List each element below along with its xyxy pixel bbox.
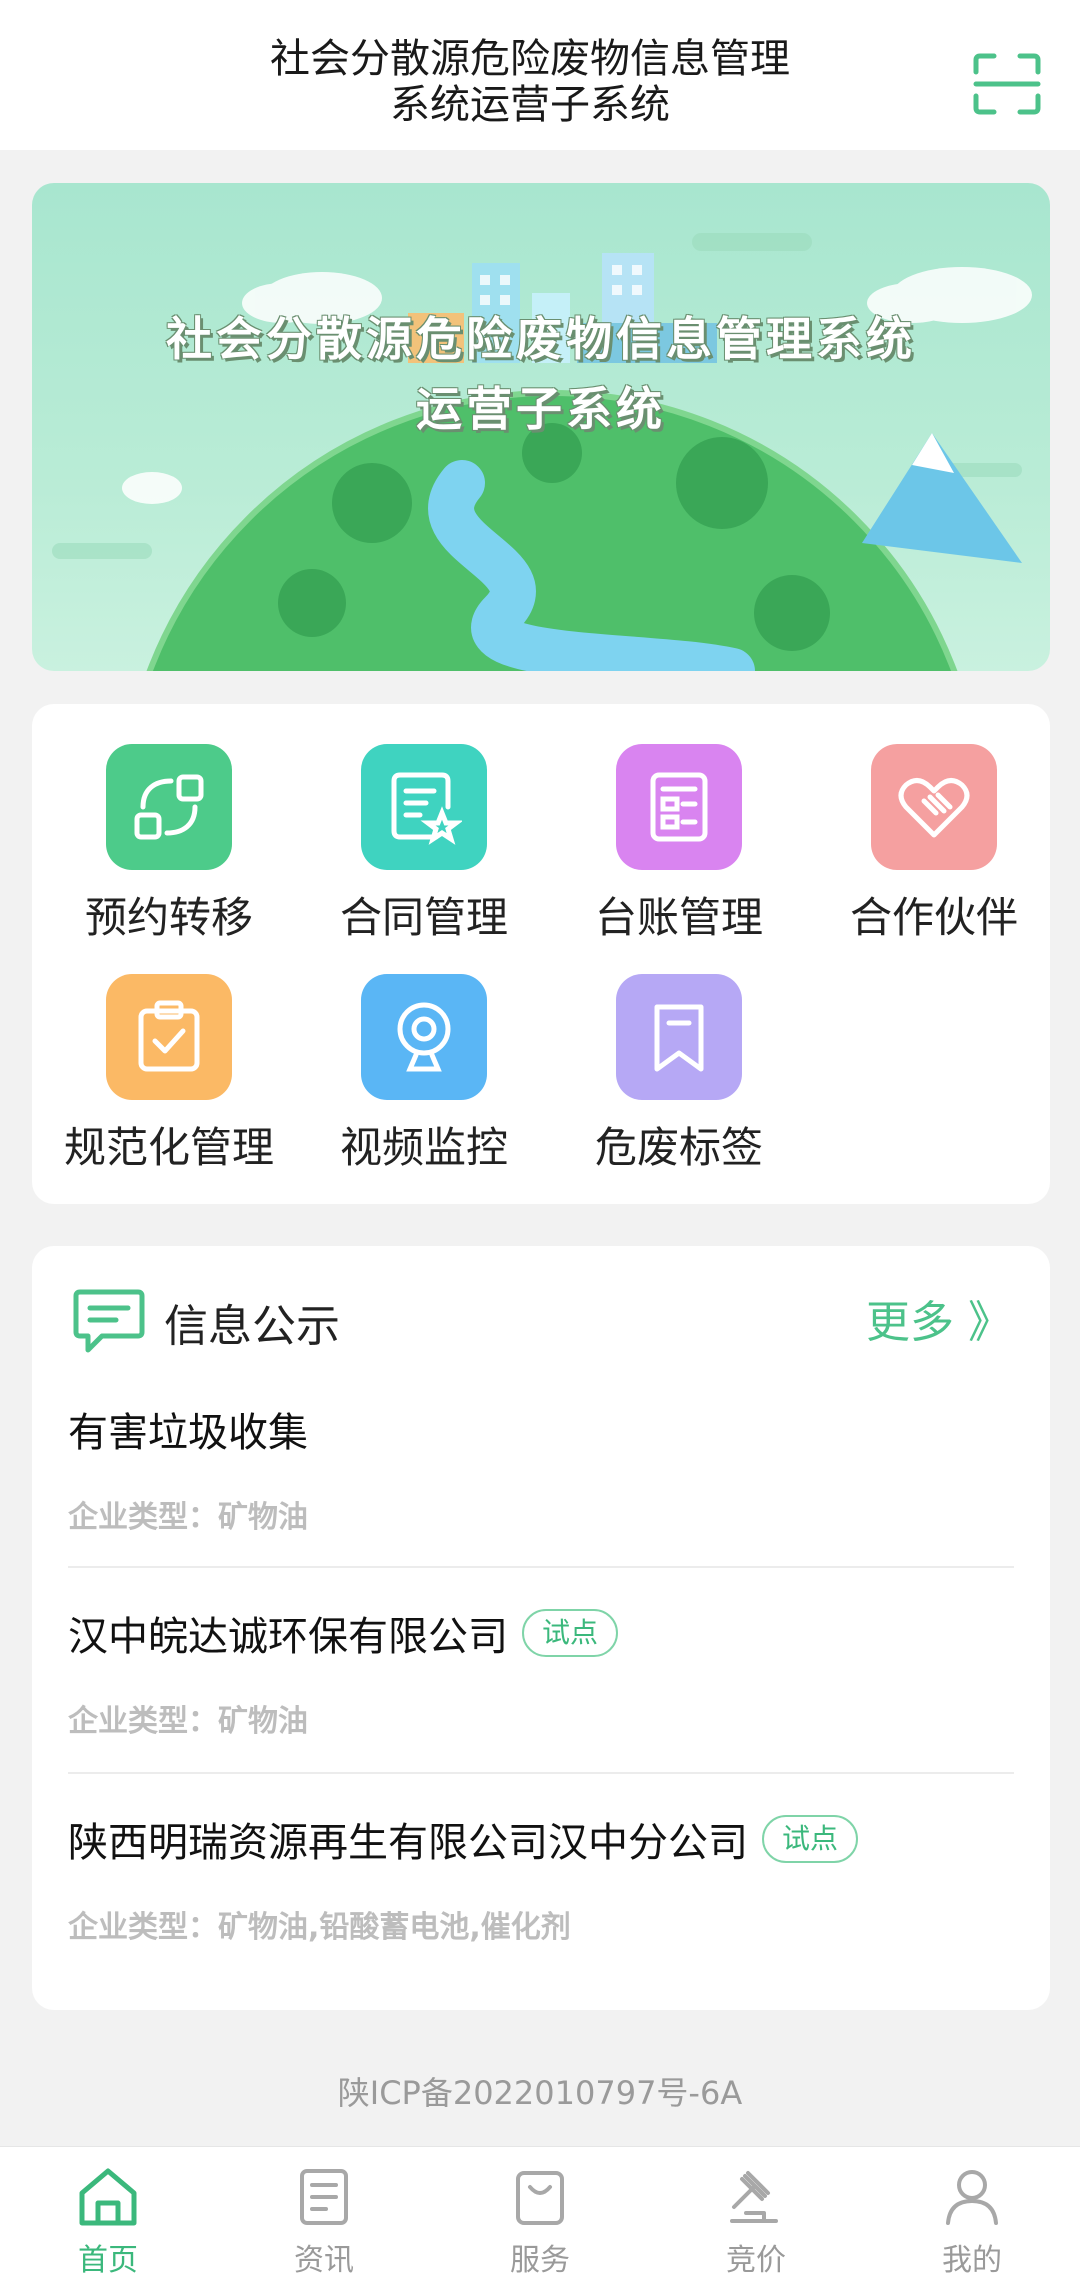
icp-record: 陕ICP备2022010797号-6A [337,2074,743,2112]
banner-title-line1: 社会分散源危险废物信息管理系统 [166,312,916,366]
hero-banner[interactable]: 社会分散源危险废物信息管理系统 运营子系统 [32,183,1050,671]
divider [68,1772,1014,1774]
company-type: 企业类型：矿物油 [68,1500,308,1535]
grid-item-ledger[interactable]: 台账管理 [559,744,799,945]
bottom-tab-bar: 首页 资讯 服务 竞价 我的 [0,2146,1080,2292]
contract-icon [361,744,487,870]
info-section: 信息公示 更多 》 有害垃圾收集 企业类型：矿物油 汉中皖达诚环保有限公司 试点 … [32,1246,1050,2010]
tab-news[interactable]: 资讯 [264,2165,384,2279]
handshake-heart-icon [871,744,997,870]
grid-item-contract[interactable]: 合同管理 [304,744,544,945]
grid-item-standardization[interactable]: 规范化管理 [49,974,289,1175]
grid-label-partner: 合作伙伴 [849,893,1018,942]
function-grid: 预约转移 合同管理 台账管理 合作伙伴 规范化管理 视频监控 危废标签 [32,704,1050,1204]
tab-home[interactable]: 首页 [48,2165,168,2279]
pilot-badge: 试点 [522,1609,619,1657]
scan-icon[interactable] [972,52,1042,116]
company-type: 企业类型：矿物油,铅酸蓄电池,催化剂 [68,1910,571,1945]
service-bag-icon [516,2171,564,2225]
tab-service[interactable]: 服务 [480,2165,600,2279]
company-name: 陕西明瑞资源再生有限公司汉中分公司 [68,1820,748,1866]
home-icon [79,2168,137,2226]
tab-label-news: 资讯 [294,2243,354,2278]
company-name: 汉中皖达诚环保有限公司 [68,1614,508,1660]
tab-label-mine: 我的 [942,2243,1002,2278]
divider [68,1566,1014,1568]
app-header: 社会分散源危险废物信息管理 系统运营子系统 [0,0,1080,150]
clipboard-check-icon [106,974,232,1100]
tab-label-bidding: 竞价 [726,2243,786,2278]
list-item[interactable]: 有害垃圾收集 企业类型：矿物油 [68,1400,1014,1536]
auction-gavel-icon [730,2171,778,2223]
grid-label-contract: 合同管理 [339,893,508,942]
page-title-line1: 社会分散源危险废物信息管理 [270,36,790,82]
news-icon [300,2169,348,2225]
tab-label-home: 首页 [78,2243,138,2278]
more-link[interactable]: 更多 》 [866,1286,1012,1350]
message-icon [72,1286,146,1356]
banner-title-line2: 运营子系统 [416,382,666,436]
tab-label-service: 服务 [510,2243,570,2278]
grid-label-ledger: 台账管理 [594,893,763,942]
grid-item-transfer[interactable]: 预约转移 [49,744,289,945]
webcam-icon [361,974,487,1100]
list-item[interactable]: 汉中皖达诚环保有限公司 试点 企业类型：矿物油 [68,1604,1014,1740]
company-type: 企业类型：矿物油 [68,1704,308,1739]
info-title: 信息公示 [164,1301,340,1352]
grid-label-transfer: 预约转移 [84,893,253,942]
grid-label-label: 危废标签 [594,1123,763,1172]
grid-item-partner[interactable]: 合作伙伴 [814,744,1054,945]
tab-mine[interactable]: 我的 [912,2165,1032,2279]
ledger-icon [616,744,742,870]
grid-item-label[interactable]: 危废标签 [559,974,799,1175]
page-title: 社会分散源危险废物信息管理 系统运营子系统 [180,36,880,128]
pilot-badge: 试点 [762,1815,859,1863]
grid-item-video[interactable]: 视频监控 [304,974,544,1175]
user-icon [946,2170,998,2225]
company-name: 有害垃圾收集 [68,1410,308,1456]
bookmark-icon [616,974,742,1100]
tab-bidding[interactable]: 竞价 [696,2165,816,2279]
transfer-icon [106,744,232,870]
page-title-line2: 系统运营子系统 [390,82,670,128]
grid-label-video: 视频监控 [339,1123,508,1172]
grid-label-standardization: 规范化管理 [63,1123,274,1172]
list-item[interactable]: 陕西明瑞资源再生有限公司汉中分公司 试点 企业类型：矿物油,铅酸蓄电池,催化剂 [68,1810,1014,1946]
